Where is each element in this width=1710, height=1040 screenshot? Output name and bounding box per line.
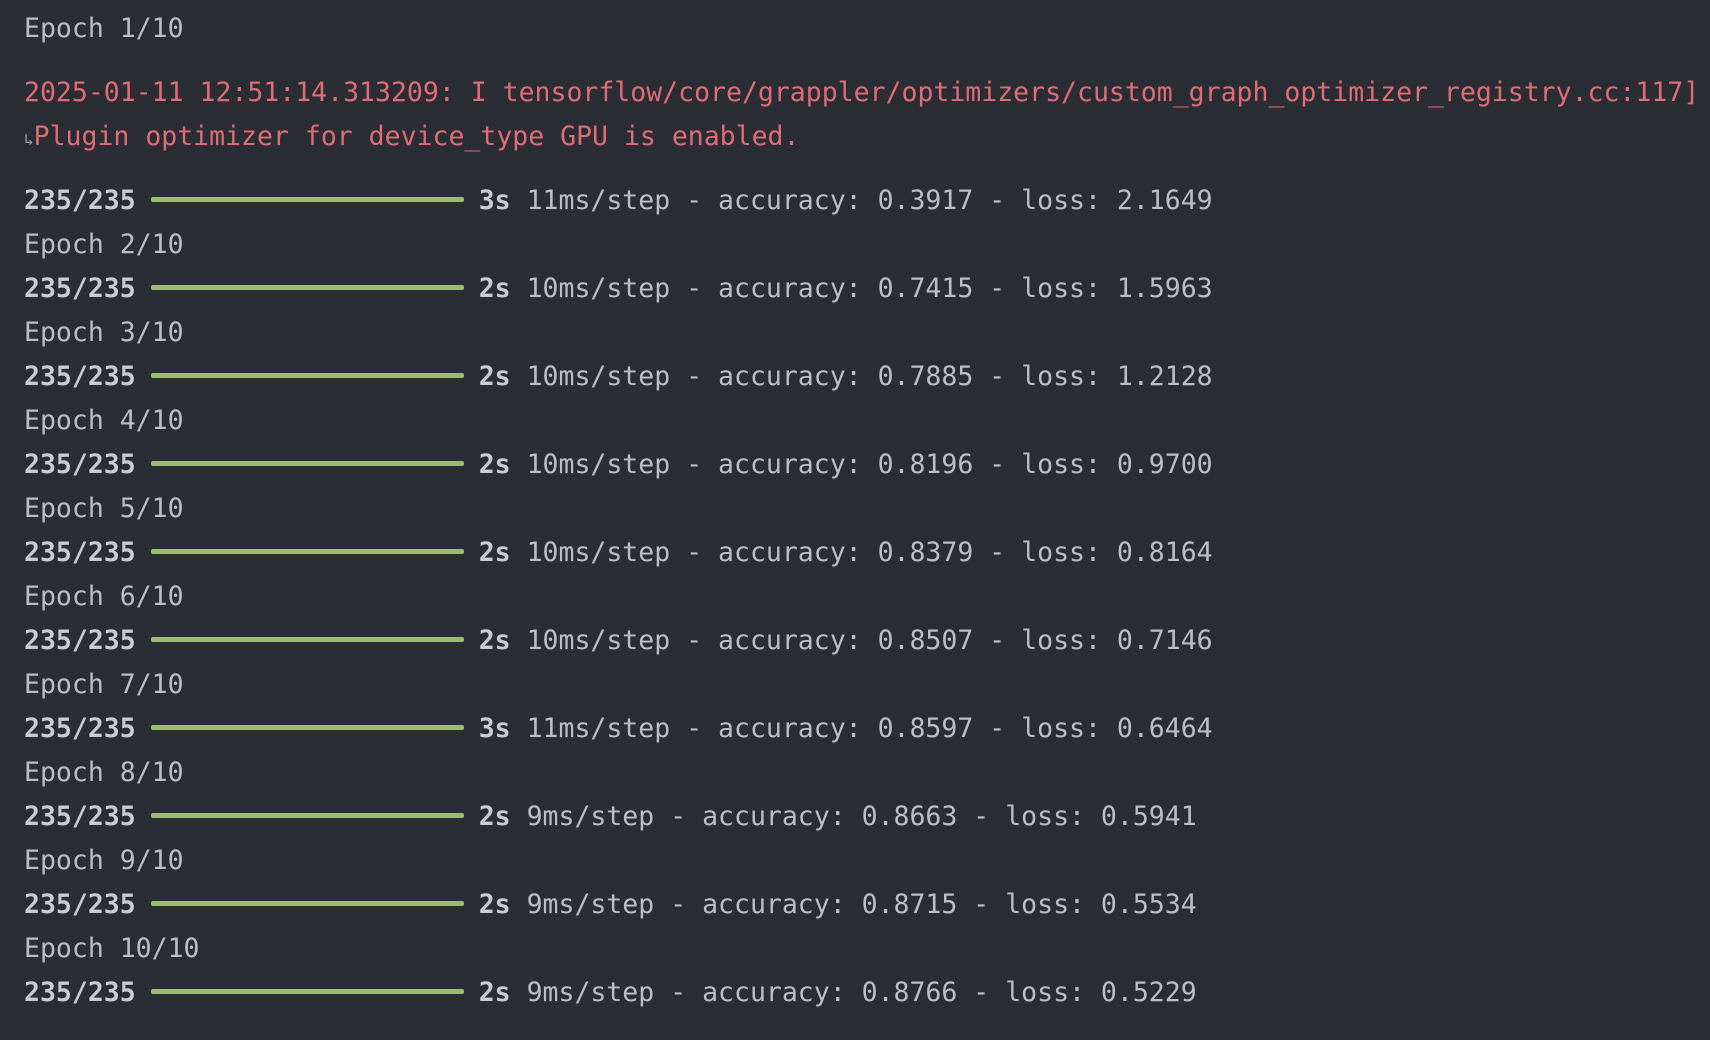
epoch-label: Epoch 8/10	[24, 757, 184, 788]
progress-line: 235/235 2s 10ms/step - accuracy: 0.8196 -…	[24, 445, 1213, 485]
epoch-label: Epoch 6/10	[24, 581, 184, 612]
epoch-label: Epoch 4/10	[24, 405, 184, 436]
progress-bar	[150, 989, 464, 994]
progress-line: 235/235 2s 10ms/step - accuracy: 0.8507 -…	[24, 621, 1213, 661]
epoch-label: Epoch 2/10	[24, 229, 184, 260]
duration: 2s	[478, 361, 511, 392]
duration: 2s	[478, 801, 511, 832]
stats: 10ms/step - accuracy: 0.8379 - loss: 0.8…	[526, 537, 1213, 568]
progress-line: 235/235 2s 10ms/step - accuracy: 0.8379 -…	[24, 533, 1213, 573]
progress-bar	[150, 373, 464, 378]
step-count: 235/235	[24, 273, 136, 304]
stats: 9ms/step - accuracy: 0.8766 - loss: 0.52…	[526, 977, 1197, 1008]
epoch-label: Epoch 1/10	[24, 13, 184, 44]
progress-line: 235/235 2s 10ms/step - accuracy: 0.7415 -…	[24, 269, 1213, 309]
step-count: 235/235	[24, 625, 136, 656]
console-output[interactable]: Epoch 1/10 2025-01-11 12:51:14.313209: I…	[0, 0, 1710, 1040]
step-count: 235/235	[24, 361, 136, 392]
stats: 9ms/step - accuracy: 0.8663 - loss: 0.59…	[526, 801, 1197, 832]
progress-bar	[150, 725, 464, 730]
progress-bar	[150, 813, 464, 818]
duration: 2s	[478, 537, 511, 568]
progress-bar	[150, 461, 464, 466]
progress-line: 235/235 3s 11ms/step - accuracy: 0.8597 -…	[24, 709, 1213, 749]
epoch-label: Epoch 3/10	[24, 317, 184, 348]
progress-line: 235/235 2s 9ms/step - accuracy: 0.8766 - …	[24, 973, 1197, 1013]
warning-line-1: 2025-01-11 12:51:14.313209: I tensorflow…	[24, 73, 1710, 113]
warning-line-2: ↳Plugin optimizer for device_type GPU is…	[24, 117, 799, 157]
stats: 11ms/step - accuracy: 0.8597 - loss: 0.6…	[526, 713, 1213, 744]
epoch-label: Epoch 7/10	[24, 669, 184, 700]
warning-text-1: 2025-01-11 12:51:14.313209: I tensorflow…	[24, 77, 1700, 108]
progress-bar	[150, 637, 464, 642]
step-count: 235/235	[24, 185, 136, 216]
duration: 3s	[478, 185, 511, 216]
epoch-label: Epoch 9/10	[24, 845, 184, 876]
stats: 10ms/step - accuracy: 0.7885 - loss: 1.2…	[526, 361, 1213, 392]
step-count: 235/235	[24, 801, 136, 832]
duration: 3s	[478, 713, 511, 744]
progress-line: 235/235 2s 9ms/step - accuracy: 0.8715 - …	[24, 885, 1197, 925]
progress-bar	[150, 901, 464, 906]
stats: 10ms/step - accuracy: 0.7415 - loss: 1.5…	[526, 273, 1213, 304]
epoch-label: Epoch 10/10	[24, 933, 200, 964]
duration: 2s	[478, 977, 511, 1008]
progress-bar	[150, 197, 464, 202]
step-count: 235/235	[24, 889, 136, 920]
progress-line: 235/235 3s 11ms/step - accuracy: 0.3917 -…	[24, 181, 1213, 221]
duration: 2s	[478, 625, 511, 656]
wrap-arrow-icon: ↳	[24, 130, 34, 149]
step-count: 235/235	[24, 537, 136, 568]
duration: 2s	[478, 273, 511, 304]
stats: 10ms/step - accuracy: 0.8507 - loss: 0.7…	[526, 625, 1213, 656]
step-count: 235/235	[24, 713, 136, 744]
epoch-label: Epoch 5/10	[24, 493, 184, 524]
stats: 9ms/step - accuracy: 0.8715 - loss: 0.55…	[526, 889, 1197, 920]
warning-text-2: Plugin optimizer for device_type GPU is …	[33, 121, 800, 152]
duration: 2s	[478, 889, 511, 920]
progress-bar	[150, 285, 464, 290]
stats: 10ms/step - accuracy: 0.8196 - loss: 0.9…	[526, 449, 1213, 480]
progress-bar	[150, 549, 464, 554]
progress-line: 235/235 2s 10ms/step - accuracy: 0.7885 -…	[24, 357, 1213, 397]
stats: 11ms/step - accuracy: 0.3917 - loss: 2.1…	[526, 185, 1213, 216]
duration: 2s	[478, 449, 511, 480]
step-count: 235/235	[24, 449, 136, 480]
step-count: 235/235	[24, 977, 136, 1008]
progress-line: 235/235 2s 9ms/step - accuracy: 0.8663 - …	[24, 797, 1197, 837]
